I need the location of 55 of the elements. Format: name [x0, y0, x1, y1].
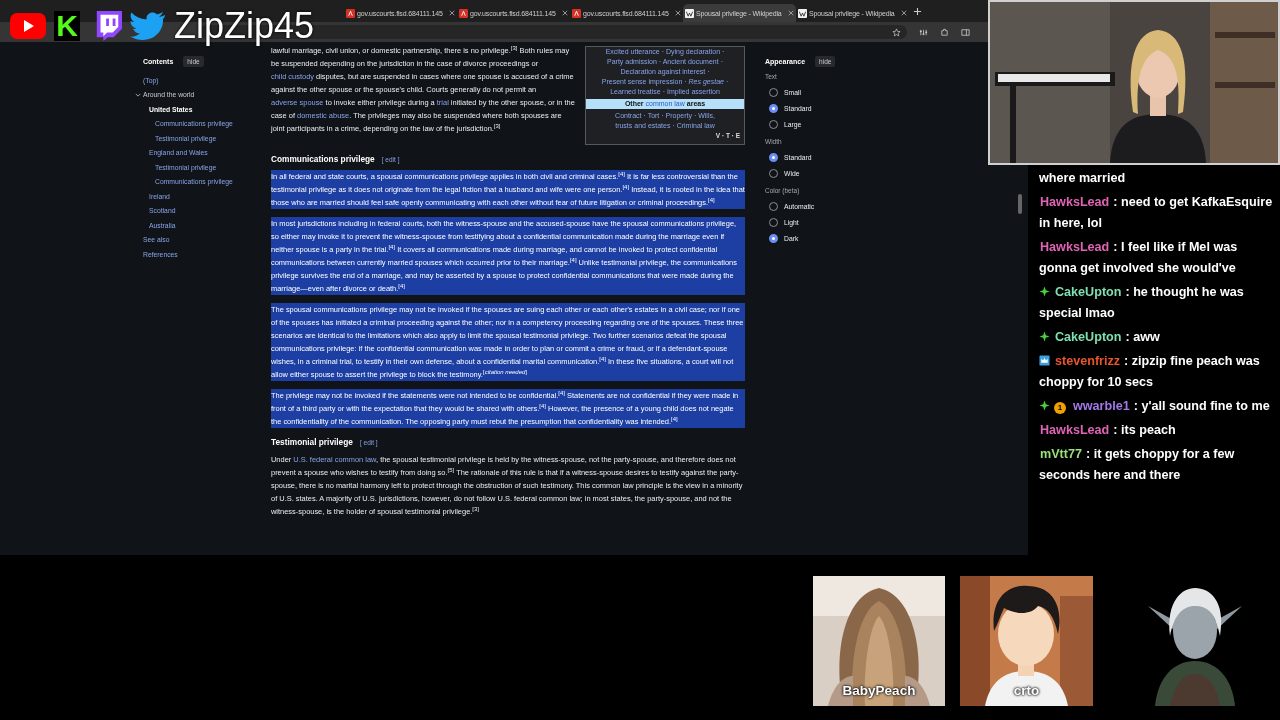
chat-username: HawksLead — [1040, 423, 1110, 437]
chat-message: CakeUpton : aww — [1039, 327, 1274, 348]
extensions-icon[interactable] — [940, 27, 949, 37]
chat-username: CakeUpton — [1055, 285, 1122, 299]
chat-message: HawksLead : its peach — [1039, 422, 1177, 439]
chat-username: CakeUpton — [1055, 330, 1122, 344]
wikipedia-icon — [798, 8, 807, 18]
close-icon[interactable] — [562, 10, 568, 16]
pdf-icon — [459, 8, 468, 18]
radio-button[interactable] — [769, 233, 778, 243]
radio-button[interactable] — [769, 217, 778, 227]
pdf-icon — [346, 8, 355, 18]
chat-username: HawksLead — [1040, 195, 1110, 209]
radio-button[interactable] — [769, 201, 778, 211]
gem-badge-icon — [1039, 286, 1050, 297]
channel-name: ZipZip45 — [174, 6, 315, 46]
wikipedia-icon — [685, 8, 694, 18]
sidebar-icon[interactable] — [961, 27, 970, 37]
chat-message: CakeUpton : he thought he was special lmao — [1039, 284, 1245, 322]
avatar-name: BabyPeach — [842, 683, 916, 698]
new-tab-icon[interactable] — [913, 6, 922, 16]
chat-message: HawksLead : I feel like if Mel was gonna get involved she would've — [1039, 239, 1239, 277]
sliders-icon[interactable] — [919, 27, 928, 37]
chevron-icon[interactable] — [135, 91, 141, 98]
logo: K — [54, 11, 80, 41]
radio-button[interactable] — [769, 168, 778, 178]
close-icon[interactable] — [675, 10, 681, 16]
chat-message: where married — [1039, 170, 1127, 187]
chat-username: stevenfrizz — [1055, 354, 1121, 368]
close-icon[interactable] — [449, 10, 455, 16]
radio-button[interactable] — [769, 119, 778, 129]
chat-message: stevenfrizz : zipzip fine peach was choppy for 10 secs — [1039, 353, 1261, 391]
bird-icon — [130, 11, 166, 41]
close-icon[interactable] — [788, 10, 794, 16]
chat-username: mVtt77 — [1040, 447, 1082, 461]
star-icon[interactable] — [892, 27, 901, 37]
crown-badge-icon — [1039, 355, 1050, 366]
section-heading: Testimonial privilege — [271, 436, 353, 449]
radio-button[interactable] — [769, 152, 778, 162]
radio-button[interactable] — [769, 87, 778, 97]
gem-badge-icon — [1039, 400, 1050, 411]
gem-badge-icon — [1039, 331, 1050, 342]
chat-message: mVtt77 : it gets choppy for a few seconds here and there — [1039, 446, 1236, 484]
radio-button[interactable] — [769, 103, 778, 113]
chat-message: HawksLead : need to get KafkaEsquire in here, lol — [1039, 194, 1274, 232]
pdf-icon — [572, 8, 581, 18]
avatar-name: crto — [1013, 683, 1040, 698]
count-badge: 1 — [1054, 402, 1066, 414]
chat-username: wwarble1 — [1073, 399, 1130, 413]
chat-username: HawksLead — [1040, 240, 1110, 254]
section-heading: Communications privilege — [271, 153, 375, 166]
chat-message: 1 wwarble1 : y'all sound fine to me — [1039, 396, 1274, 417]
chat-bubble-icon — [94, 11, 122, 41]
play-button-icon — [10, 13, 46, 39]
close-icon[interactable] — [901, 10, 907, 16]
